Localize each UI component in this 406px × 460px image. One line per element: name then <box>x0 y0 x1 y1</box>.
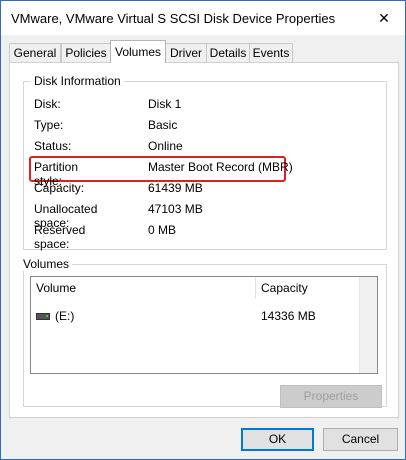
volume-capacity: 14336 MB <box>261 309 316 323</box>
reserved-space-value: 0 MB <box>148 223 177 237</box>
tab-details[interactable]: Details <box>206 43 250 62</box>
capacity-label: Capacity: <box>34 181 85 195</box>
drive-icon <box>36 313 50 321</box>
volumes-tab-panel: Disk Information Disk: Disk 1 Type: Basi… <box>9 62 399 418</box>
title-bar: VMware, VMware Virtual S SCSI Disk Devic… <box>1 1 405 35</box>
column-header-volume[interactable]: Volume <box>31 277 256 299</box>
volumes-group: Volumes Volume Capacity (E:) 14336 MB Pr… <box>23 257 387 408</box>
vertical-scrollbar[interactable] <box>359 277 377 373</box>
disk-label: Disk: <box>34 97 61 111</box>
tab-policies[interactable]: Policies <box>61 43 111 62</box>
disk-information-heading: Disk Information <box>31 74 124 88</box>
cancel-button[interactable]: Cancel <box>323 428 398 451</box>
window-title: VMware, VMware Virtual S SCSI Disk Devic… <box>11 11 336 26</box>
volume-name: (E:) <box>55 309 75 323</box>
tab-events[interactable]: Events <box>249 43 293 62</box>
disk-information-group: Disk Information Disk: Disk 1 Type: Basi… <box>23 74 387 251</box>
properties-window: VMware, VMware Virtual S SCSI Disk Devic… <box>0 0 406 460</box>
reserved-space-label: Reserved space: <box>34 223 86 251</box>
type-value: Basic <box>148 118 178 132</box>
tab-volumes[interactable]: Volumes <box>110 40 166 63</box>
disk-value: Disk 1 <box>148 97 182 111</box>
tab-general[interactable]: General <box>9 43 61 62</box>
ok-button[interactable]: OK <box>241 428 314 451</box>
status-value: Online <box>148 139 183 153</box>
column-header-capacity[interactable]: Capacity <box>256 277 361 299</box>
status-label: Status: <box>34 139 72 153</box>
volumes-heading: Volumes <box>23 257 73 271</box>
capacity-value: 61439 MB <box>148 181 203 195</box>
type-label: Type: <box>34 118 64 132</box>
list-item[interactable]: (E:) <box>36 309 74 323</box>
tab-driver[interactable]: Driver <box>165 43 207 62</box>
properties-button[interactable]: Properties <box>280 385 382 408</box>
partition-style-value: Master Boot Record (MBR) <box>148 160 293 174</box>
volumes-list[interactable]: Volume Capacity (E:) 14336 MB <box>30 276 378 374</box>
close-icon[interactable]: ✕ <box>369 5 399 31</box>
unallocated-space-value: 47103 MB <box>148 202 203 216</box>
